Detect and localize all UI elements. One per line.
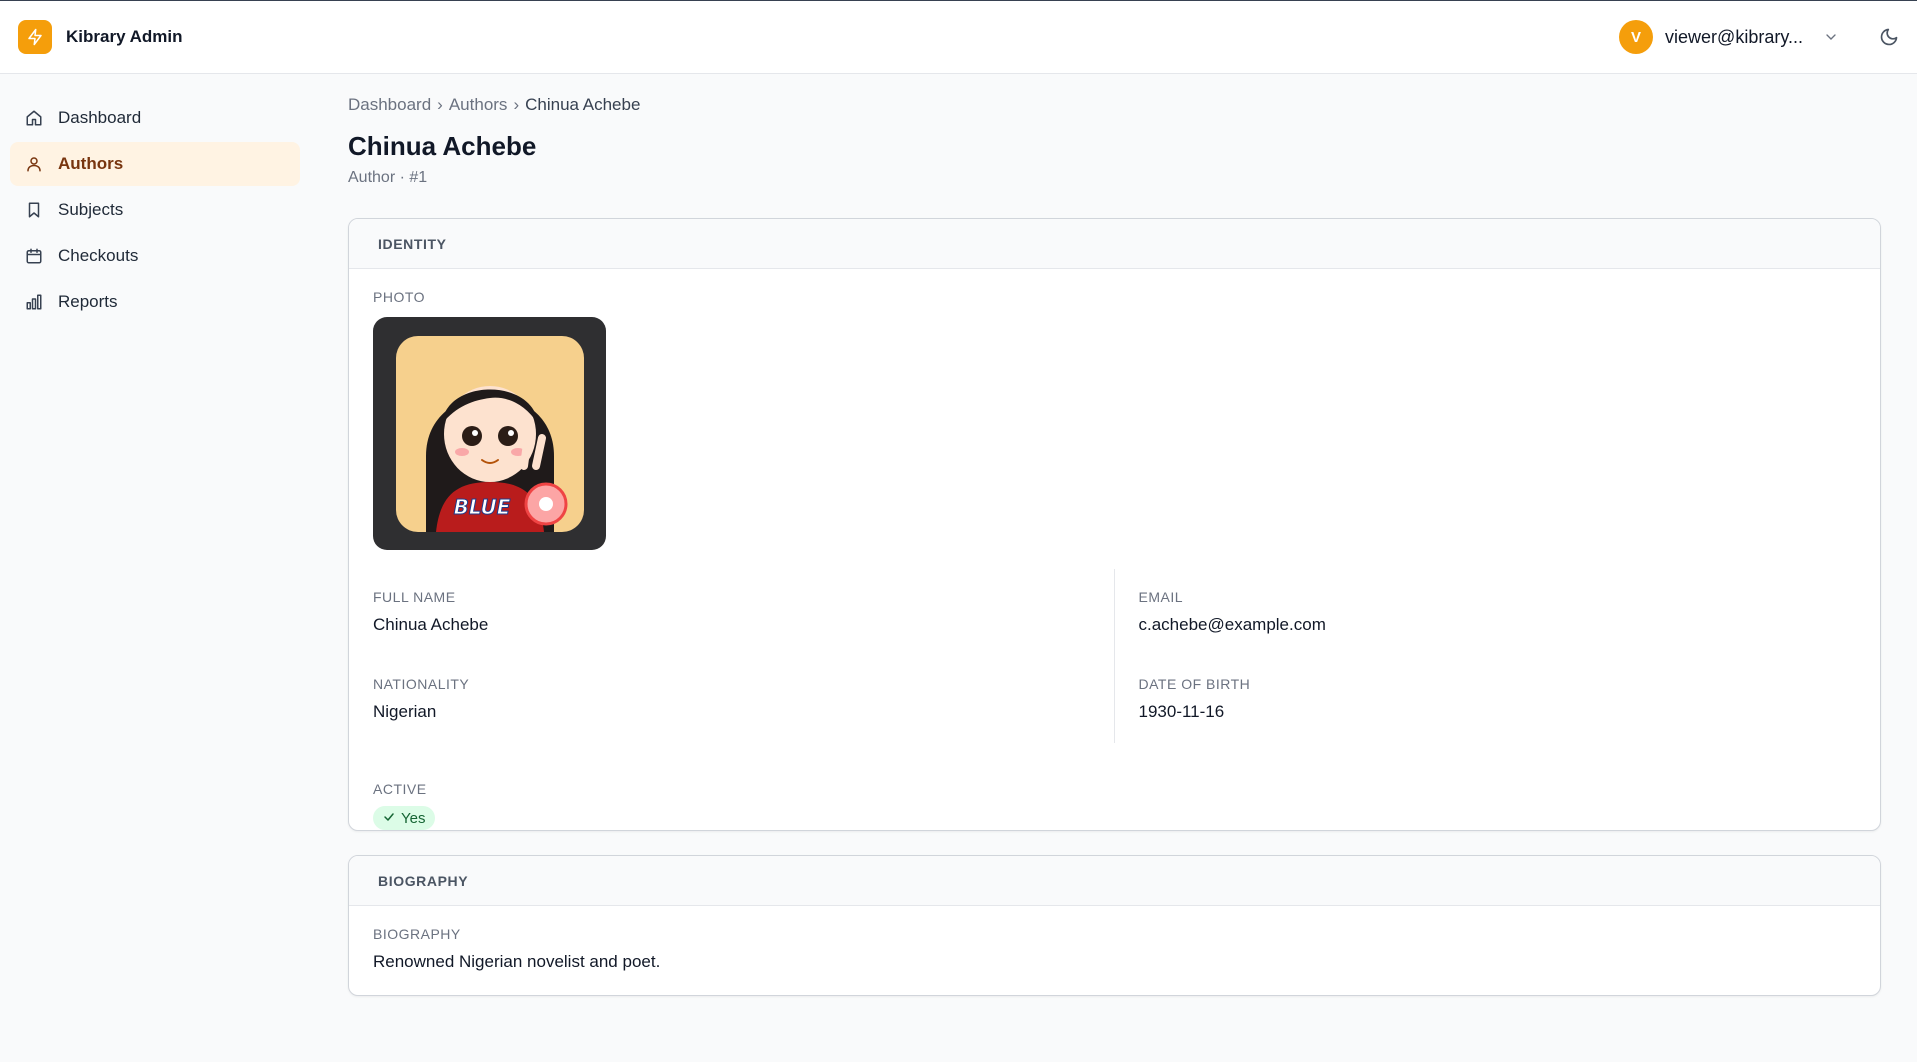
- moon-icon[interactable]: [1879, 27, 1899, 47]
- full-name-label: FULL NAME: [373, 589, 456, 605]
- active-label: ACTIVE: [373, 781, 427, 797]
- breadcrumb-separator: ›: [437, 95, 443, 114]
- sidebar-item-label: Reports: [58, 292, 118, 311]
- page-title: Chinua Achebe: [348, 131, 537, 161]
- bar-chart-icon: [24, 292, 44, 312]
- nationality-label: NATIONALITY: [373, 676, 470, 692]
- top-bar: Kibrary Admin V viewer@kibrary...: [0, 1, 1917, 74]
- breadcrumb-separator: ›: [513, 95, 520, 114]
- avatar-illustration: BLUE: [395, 335, 584, 532]
- brand[interactable]: Kibrary Admin: [18, 20, 183, 54]
- sidebar: Dashboard Authors Subjects Checkouts Rep…: [0, 74, 310, 326]
- sidebar-item-label: Subjects: [58, 200, 124, 219]
- chevron-down-icon[interactable]: [1823, 29, 1839, 45]
- bookmark-icon: [24, 200, 44, 220]
- home-icon: [24, 108, 44, 128]
- biography-label: BIOGRAPHY: [373, 926, 461, 942]
- app-title: Kibrary Admin: [66, 27, 183, 46]
- identity-header: IDENTITY: [349, 219, 1880, 269]
- breadcrumb-dashboard[interactable]: Dashboard: [348, 95, 431, 115]
- sidebar-item-checkouts[interactable]: Checkouts: [10, 234, 300, 278]
- check-icon: [383, 810, 395, 827]
- full-name-value: Chinua Achebe: [373, 615, 489, 634]
- author-photo: BLUE: [373, 317, 606, 550]
- date-of-birth-value: 1930-11-16: [1138, 702, 1225, 721]
- photo-label: PHOTO: [373, 289, 426, 305]
- biography-header: BIOGRAPHY: [349, 856, 1880, 906]
- date-of-birth-label: DATE OF BIRTH: [1138, 676, 1251, 692]
- sidebar-item-dashboard[interactable]: Dashboard: [10, 96, 300, 140]
- email-label: EMAIL: [1138, 589, 1184, 605]
- user-email[interactable]: viewer@kibrary...: [1665, 27, 1803, 48]
- breadcrumb-current: Chinua Achebe: [525, 95, 641, 114]
- page-subtitle: Author · #1: [348, 169, 428, 186]
- sidebar-item-reports[interactable]: Reports: [10, 280, 300, 324]
- status-badge: Yes: [373, 806, 436, 830]
- email-value: c.achebe@example.com: [1138, 615, 1326, 634]
- breadcrumb-authors[interactable]: Authors: [449, 95, 508, 115]
- avatar[interactable]: V: [1619, 20, 1654, 54]
- main-content: Dashboard › Authors › Chinua Achebe Chin…: [348, 74, 1881, 996]
- biography-value: Renowned Nigerian novelist and poet.: [373, 952, 661, 971]
- shirt-text: BLUE: [453, 495, 510, 519]
- nationality-value: Nigerian: [373, 702, 437, 721]
- sidebar-item-label: Authors: [58, 154, 124, 173]
- lightning-icon: [18, 20, 52, 54]
- sidebar-item-label: Dashboard: [58, 108, 142, 127]
- calendar-icon: [24, 246, 44, 266]
- active-value: Yes: [401, 809, 426, 827]
- breadcrumb: Dashboard › Authors › Chinua Achebe: [348, 95, 1881, 115]
- sidebar-item-label: Checkouts: [58, 246, 139, 265]
- identity-card: IDENTITY PHOTO BLUE FULL NAME Chinua Ach…: [348, 218, 1881, 831]
- user-icon: [24, 154, 44, 174]
- sidebar-item-subjects[interactable]: Subjects: [10, 188, 300, 232]
- biography-card: BIOGRAPHY BIOGRAPHY Renowned Nigerian no…: [348, 855, 1881, 996]
- sidebar-item-authors[interactable]: Authors: [10, 142, 300, 186]
